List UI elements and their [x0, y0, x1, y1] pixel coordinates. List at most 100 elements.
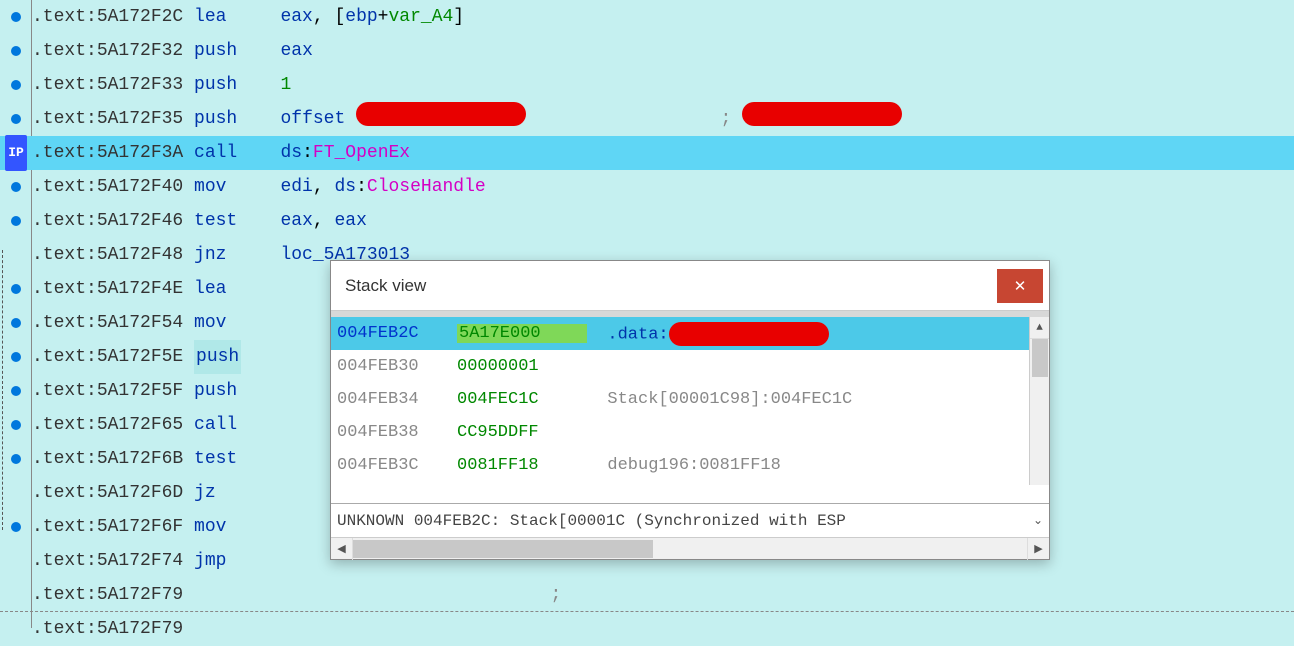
- line-marker: [0, 612, 32, 646]
- segment-label: .text:: [32, 442, 97, 476]
- line-marker: [0, 374, 32, 408]
- breakpoint-dot-icon[interactable]: [11, 80, 21, 90]
- disasm-line[interactable]: .text:5A172F2C lea eax, [ebp+var_A4]: [0, 0, 1294, 34]
- mnemonic: jz: [194, 476, 216, 510]
- line-content: .text:5A172F33 push 1: [32, 68, 291, 102]
- address: 5A172F35: [97, 102, 194, 136]
- scroll-up-icon[interactable]: ▲: [1030, 317, 1049, 339]
- stack-address: 004FEB34: [337, 390, 457, 409]
- disasm-line[interactable]: .text:5A172F33 push 1: [0, 68, 1294, 102]
- line-content: .text:5A172F6B test: [32, 442, 280, 476]
- operand: CloseHandle: [367, 170, 486, 204]
- line-content: .text:5A172F6D jz: [32, 476, 280, 510]
- address: 5A172F6F: [97, 510, 194, 544]
- disasm-line[interactable]: .text:5A172F79: [0, 612, 1294, 646]
- breakpoint-dot-icon[interactable]: [11, 420, 21, 430]
- stack-row[interactable]: 004FEB38CC95DDFF: [331, 416, 1049, 449]
- scroll-left-icon[interactable]: ◀: [331, 538, 353, 560]
- stack-titlebar[interactable]: Stack view ✕: [331, 261, 1049, 311]
- mnemonic: mov: [194, 306, 226, 340]
- address: 5A172F46: [97, 204, 194, 238]
- line-content: .text:5A172F46 test eax, eax: [32, 204, 367, 238]
- mnemonic: call: [194, 136, 237, 170]
- segment-label: .text:: [32, 612, 97, 646]
- stack-value: 00000001: [457, 357, 587, 376]
- stack-description: debug196:0081FF18: [587, 456, 781, 475]
- line-content: .text:5A172F4E lea: [32, 272, 280, 306]
- line-marker: [0, 306, 32, 340]
- vertical-scrollbar[interactable]: ▲: [1029, 317, 1049, 485]
- redacted-region: [356, 102, 526, 126]
- stack-description: .data:: [587, 322, 829, 346]
- scroll-thumb[interactable]: [1032, 339, 1048, 377]
- stack-body[interactable]: 004FEB2C5A17E000 .data:004FEB30000000010…: [331, 317, 1049, 503]
- status-dropdown-icon[interactable]: ⌄: [1033, 513, 1043, 528]
- disasm-line[interactable]: .text:5A172F32 push eax: [0, 34, 1294, 68]
- breakpoint-dot-icon[interactable]: [11, 352, 21, 362]
- line-marker: [0, 102, 32, 136]
- mnemonic: push: [194, 68, 237, 102]
- line-marker: [0, 340, 32, 374]
- stack-row[interactable]: 004FEB3C0081FF18 debug196:0081FF18: [331, 449, 1049, 482]
- breakpoint-dot-icon[interactable]: [11, 46, 21, 56]
- mnemonic: jnz: [194, 238, 226, 272]
- breakpoint-dot-icon[interactable]: [11, 216, 21, 226]
- segment-label: .text:: [32, 544, 97, 578]
- breakpoint-dot-icon[interactable]: [11, 182, 21, 192]
- close-icon: ✕: [1014, 277, 1027, 295]
- disasm-line[interactable]: .text:5A172F46 test eax, eax: [0, 204, 1294, 238]
- stack-row[interactable]: 004FEB34004FEC1C Stack[00001C98]:004FEC1…: [331, 383, 1049, 416]
- disasm-line[interactable]: .text:5A172F40 mov edi, ds:CloseHandle: [0, 170, 1294, 204]
- breakpoint-dot-icon[interactable]: [11, 386, 21, 396]
- breakpoint-dot-icon[interactable]: [11, 284, 21, 294]
- mnemonic: push: [194, 102, 237, 136]
- line-marker: [0, 68, 32, 102]
- segment-label: .text:: [32, 136, 97, 170]
- operand: ebp: [345, 0, 377, 34]
- scroll-thumb-h[interactable]: [353, 540, 653, 558]
- operand: +: [378, 0, 389, 34]
- line-marker: [0, 0, 32, 34]
- operand: offset: [280, 102, 356, 136]
- breakpoint-dot-icon[interactable]: [11, 114, 21, 124]
- address: 5A172F79: [97, 578, 194, 612]
- segment-label: .text:: [32, 34, 97, 68]
- segment-label: .text:: [32, 374, 97, 408]
- line-content: .text:5A172F3A call ds:FT_OpenEx: [32, 136, 410, 170]
- operand: eax: [280, 204, 312, 238]
- stack-row[interactable]: 004FEB3000000001: [331, 350, 1049, 383]
- disasm-line[interactable]: .text:5A172F35 push offset ;: [0, 102, 1294, 136]
- redacted-region: [742, 102, 902, 126]
- operand: eax: [334, 204, 366, 238]
- disasm-line[interactable]: .text:5A172F79 ;: [0, 578, 1294, 612]
- mnemonic: jmp: [194, 544, 226, 578]
- ip-badge: IP: [5, 135, 27, 171]
- line-content: .text:5A172F65 call: [32, 408, 280, 442]
- close-button[interactable]: ✕: [997, 269, 1043, 303]
- breakpoint-dot-icon[interactable]: [11, 522, 21, 532]
- mnemonic: push: [194, 340, 241, 374]
- segment-label: .text:: [32, 68, 97, 102]
- address: 5A172F48: [97, 238, 194, 272]
- line-content: .text:5A172F6F mov: [32, 510, 280, 544]
- horizontal-scrollbar[interactable]: ◀ ▶: [331, 537, 1049, 559]
- line-marker: [0, 272, 32, 306]
- mnemonic: push: [194, 374, 237, 408]
- scroll-right-icon[interactable]: ▶: [1027, 538, 1049, 560]
- disasm-line[interactable]: IP.text:5A172F3A call ds:FT_OpenEx: [0, 136, 1294, 170]
- breakpoint-dot-icon[interactable]: [11, 318, 21, 328]
- address: 5A172F6D: [97, 476, 194, 510]
- segment-label: .text:: [32, 306, 97, 340]
- jump-arrow: [2, 250, 3, 530]
- address: 5A172F65: [97, 408, 194, 442]
- mnemonic: call: [194, 408, 237, 442]
- address: 5A172F33: [97, 68, 194, 102]
- stack-view-window: Stack view ✕ 004FEB2C5A17E000 .data:004F…: [330, 260, 1050, 560]
- operand: ds: [280, 136, 302, 170]
- breakpoint-dot-icon[interactable]: [11, 12, 21, 22]
- operand: , [: [313, 0, 345, 34]
- breakpoint-dot-icon[interactable]: [11, 454, 21, 464]
- operand: ,: [313, 170, 335, 204]
- stack-row[interactable]: 004FEB2C5A17E000 .data:: [331, 317, 1049, 350]
- mnemonic: mov: [194, 170, 226, 204]
